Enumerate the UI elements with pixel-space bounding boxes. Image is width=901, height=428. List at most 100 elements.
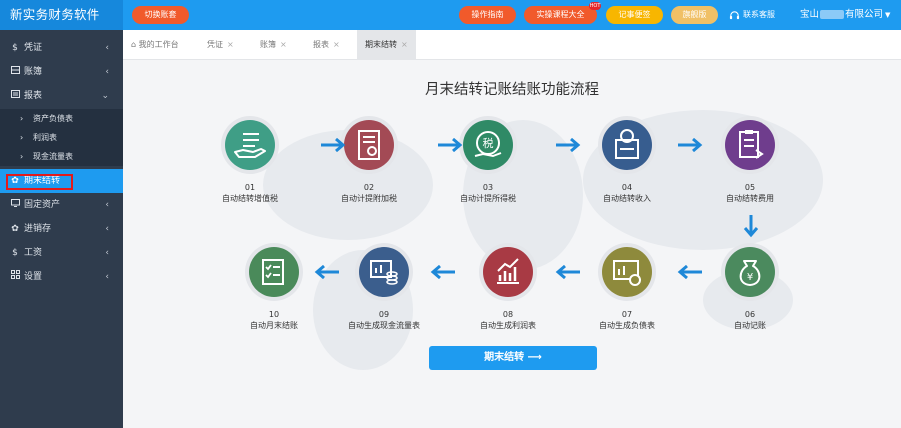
step-circle (221, 116, 279, 174)
step-08: 08 自动生成利润表 (456, 243, 560, 331)
sidebar-subitem-income-statement[interactable]: › 利润表 (0, 128, 123, 147)
sidebar-item-settings[interactable]: 设置 ‹ (0, 265, 123, 289)
expense-clipboard-icon (739, 130, 764, 159)
grid-icon (9, 265, 21, 289)
step-icon-bg (602, 247, 652, 297)
tab-label: 我的工作台 (138, 40, 179, 49)
tab-reports[interactable]: 报表 × (313, 30, 340, 60)
sidebar-item-ledger[interactable]: 账簿 ‹ (0, 60, 123, 84)
report-icon (9, 84, 21, 108)
sidebar-subitem-balance-sheet[interactable]: › 资产负债表 (0, 109, 123, 128)
chevron-left-icon: ‹ (105, 43, 109, 53)
checklist-icon (262, 259, 284, 285)
arrow-right-icon: › (20, 152, 24, 161)
step-circle (721, 116, 779, 174)
step-07: 07 自动生成负债表 (575, 243, 679, 331)
arrow-left-icon (555, 265, 580, 279)
step-circle (598, 243, 656, 301)
sidebar-item-label: 设置 (24, 272, 43, 282)
step-circle (479, 243, 537, 301)
tab-label: 账簿 (260, 40, 276, 49)
close-icon[interactable]: × (280, 40, 287, 49)
sidebar-item-voucher[interactable]: $ 凭证 ‹ (0, 36, 123, 60)
income-folder-icon (615, 129, 639, 159)
arrow-left-icon (677, 265, 702, 279)
sidebar-item-label: 报表 (24, 91, 43, 101)
step-label: 自动月末结账 (250, 321, 298, 330)
sidebar-item-label: 进销存 (24, 224, 52, 234)
headset-icon (729, 10, 740, 19)
period-end-button[interactable]: 期末结转 ⟶ (429, 346, 597, 370)
company-menu[interactable]: 宝山 有限公司 ▼ (800, 8, 890, 22)
arrow-right-icon: › (20, 114, 24, 123)
switch-account-button[interactable]: 切换账套 (132, 6, 189, 24)
sidebar-item-label: 凭证 (24, 43, 43, 53)
step-number: 01 (244, 183, 256, 192)
arrow-left-icon (430, 265, 455, 279)
sidebar-subitem-label: 资产负债表 (33, 114, 73, 123)
flagship-edition-button[interactable]: 旗舰版 (671, 6, 718, 24)
company-name-prefix: 宝山 (800, 9, 820, 20)
tab-label: 期末结转 (365, 40, 397, 49)
step-label: 自动结转收入 (603, 194, 651, 203)
close-icon[interactable]: × (227, 40, 234, 49)
step-number: 03 (482, 183, 494, 192)
step-icon-bg (344, 120, 394, 170)
memo-button[interactable]: 记事便签 (606, 6, 663, 24)
close-icon[interactable]: × (333, 40, 340, 49)
svg-text:¥: ¥ (747, 272, 753, 283)
step-icon-bg: ¥ (725, 247, 775, 297)
money-bag-icon: ¥ (739, 260, 761, 286)
chevron-left-icon: ‹ (105, 224, 109, 234)
step-label: 自动生成负债表 (599, 321, 655, 330)
contact-service-link[interactable]: 联系客服 (729, 8, 775, 22)
step-icon-bg (249, 247, 299, 297)
sidebar-item-payroll[interactable]: $ 工资 ‹ (0, 241, 123, 265)
sidebar-item-inventory[interactable]: ✿ 进销存 ‹ (0, 217, 123, 241)
step-number: 10 (268, 310, 280, 319)
step-circle: 税 (459, 116, 517, 174)
sidebar-item-fixed-assets[interactable]: 固定资产 ‹ (0, 193, 123, 217)
chevron-left-icon: ‹ (105, 200, 109, 210)
balance-sheet-icon (613, 260, 641, 286)
step-circle (598, 116, 656, 174)
tab-period-end[interactable]: 期末结转 × (357, 30, 416, 60)
arrow-down-icon (743, 215, 759, 238)
dollar-icon: $ (12, 248, 18, 258)
tab-bar: ⌂ 我的工作台 凭证 × 账簿 × 报表 × 期末结转 × (123, 30, 901, 60)
sidebar-item-label: 固定资产 (24, 200, 61, 210)
tab-home[interactable]: ⌂ 我的工作台 (131, 30, 179, 60)
chevron-down-icon: ⌄ (101, 91, 109, 101)
step-number: 08 (502, 310, 514, 319)
step-number: 02 (363, 183, 375, 192)
step-label: 自动结转增值税 (222, 194, 278, 203)
hot-badge: HOT (589, 2, 601, 10)
step-icon-bg (359, 247, 409, 297)
step-icon-bg: 税 (463, 120, 513, 170)
course-catalog-button[interactable]: 实操课程大全 (524, 6, 597, 24)
sidebar-subitem-cash-flow[interactable]: › 现金流量表 (0, 147, 123, 166)
step-circle: ¥ (721, 243, 779, 301)
step-circle (355, 243, 413, 301)
main-content: 月末结转记账结账功能流程 01 自动结转增值税 02 自动计提附加税 税 03 … (123, 60, 901, 428)
tab-ledger[interactable]: 账簿 × (260, 30, 287, 60)
sidebar-item-reports[interactable]: 报表 ⌄ (0, 84, 123, 108)
operation-guide-button[interactable]: 操作指南 (459, 6, 516, 24)
step-10: 10 自动月末结账 (222, 243, 326, 331)
top-header: 新实务财务软件 切换账套 操作指南 实操课程大全 HOT 记事便签 旗舰版 联系… (0, 0, 901, 30)
home-icon: ⌂ (131, 40, 137, 49)
step-number: 07 (621, 310, 633, 319)
step-number: 04 (621, 183, 633, 192)
arrow-right-icon (438, 138, 463, 152)
step-04: 04 自动结转收入 (575, 116, 679, 204)
certificate-icon (358, 130, 380, 160)
arrow-right-icon (678, 138, 703, 152)
step-icon-bg (602, 120, 652, 170)
tab-label: 凭证 (207, 40, 223, 49)
sidebar: $ 凭证 ‹ 账簿 ‹ 报表 ⌄ › 资产负债表 › 利润表 › 现金流量表 ✿… (0, 30, 123, 428)
arrow-right-icon (321, 138, 346, 152)
redacted-block (820, 10, 845, 19)
tab-voucher[interactable]: 凭证 × (207, 30, 234, 60)
sidebar-subitem-label: 现金流量表 (33, 152, 73, 161)
close-icon[interactable]: × (401, 40, 408, 49)
